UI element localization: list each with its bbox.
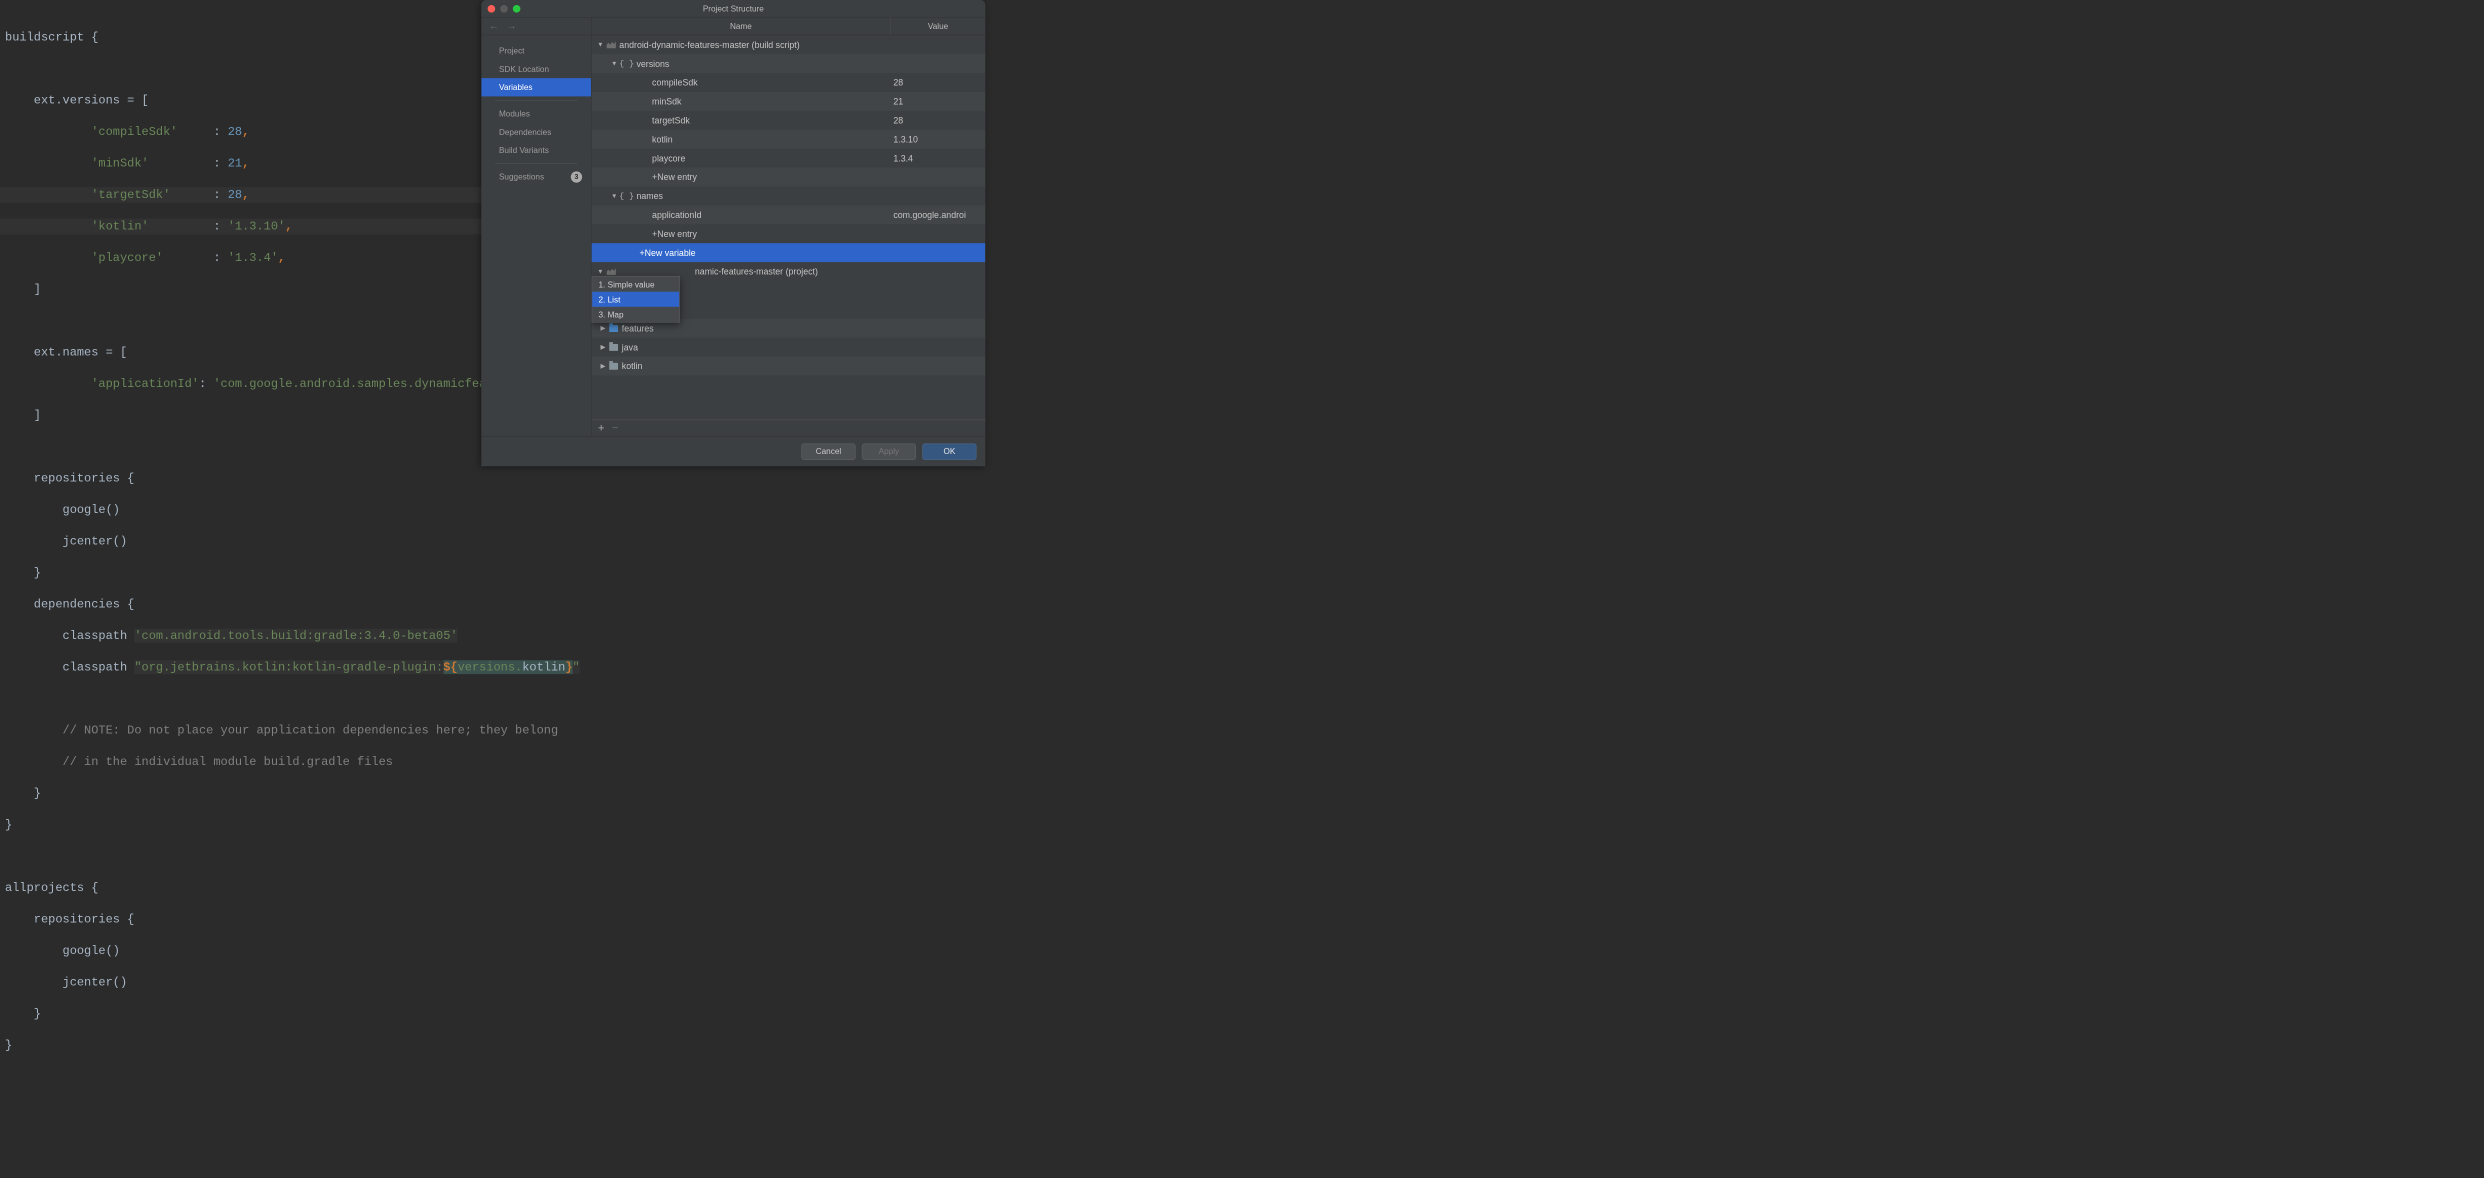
folder-icon [609, 325, 618, 332]
variable-name[interactable]: compileSdk [652, 77, 891, 87]
new-variable-button[interactable]: +New variable [639, 248, 985, 258]
nav-back-icon[interactable]: ← [489, 20, 499, 31]
tree-node-names[interactable]: names [636, 191, 985, 201]
dialog-title: Project Structure [481, 4, 985, 13]
add-icon[interactable]: + [598, 421, 605, 434]
sidebar-item-build-variants[interactable]: Build Variants [481, 141, 591, 159]
cancel-button[interactable]: Cancel [801, 443, 855, 459]
sidebar-item-variables[interactable]: Variables [481, 78, 591, 96]
chevron-right-icon[interactable]: ▶ [598, 325, 608, 332]
variable-value[interactable]: 1.3.10 [891, 134, 986, 144]
braces-icon: { } [619, 59, 634, 68]
ok-button[interactable]: OK [922, 443, 976, 459]
nav-forward-icon[interactable]: → [507, 20, 517, 31]
variable-name[interactable]: targetSdk [652, 115, 891, 125]
tree-node-folder[interactable]: kotlin [622, 361, 986, 371]
variable-name[interactable]: playcore [652, 153, 891, 163]
variables-tree[interactable]: ▼ android-dynamic-features-master (build … [592, 35, 986, 419]
remove-icon[interactable]: − [612, 421, 619, 434]
variable-value[interactable]: 28 [891, 115, 986, 125]
sidebar-item-project[interactable]: Project [481, 42, 591, 60]
sidebar-item-dependencies[interactable]: Dependencies [481, 123, 591, 141]
titlebar[interactable]: Project Structure [481, 0, 985, 18]
chevron-down-icon[interactable]: ▼ [595, 41, 605, 48]
variable-value[interactable]: 28 [891, 77, 986, 87]
gradle-icon [606, 41, 615, 48]
variable-value[interactable]: 1.3.4 [891, 153, 986, 163]
tree-node-build-script[interactable]: android-dynamic-features-master (build s… [619, 40, 985, 50]
folder-icon [609, 344, 618, 351]
chevron-down-icon[interactable]: ▼ [595, 268, 605, 275]
tree-node-versions[interactable]: versions [636, 59, 985, 69]
variable-name[interactable]: minSdk [652, 96, 891, 106]
new-variable-type-popup: 1. Simple value 2. List 3. Map [592, 276, 680, 323]
sidebar: ← → Project SDK Location Variables Modul… [481, 18, 591, 436]
column-header-name[interactable]: Name [592, 18, 891, 35]
folder-icon [609, 363, 618, 370]
sidebar-item-suggestions[interactable]: Suggestions3 [481, 168, 591, 186]
new-entry-button[interactable]: +New entry [652, 229, 985, 239]
dialog-footer: Cancel Apply OK [481, 436, 985, 466]
variable-value[interactable]: 21 [891, 96, 986, 106]
sidebar-item-sdk-location[interactable]: SDK Location [481, 60, 591, 78]
popup-item-simple-value[interactable]: 1. Simple value [592, 277, 679, 292]
chevron-down-icon[interactable]: ▼ [609, 60, 619, 67]
suggestions-badge: 3 [571, 171, 582, 182]
variables-panel: Name Value ▼ android-dynamic-features-mas… [592, 18, 986, 436]
tree-node-folder[interactable]: features [622, 323, 986, 333]
chevron-down-icon[interactable]: ▼ [609, 192, 619, 199]
chevron-right-icon[interactable]: ▶ [598, 344, 608, 351]
braces-icon: { } [619, 191, 634, 200]
sidebar-item-modules[interactable]: Modules [481, 105, 591, 123]
popup-item-list[interactable]: 2. List [592, 292, 679, 307]
chevron-right-icon[interactable]: ▶ [598, 363, 608, 370]
apply-button: Apply [862, 443, 916, 459]
tree-node-folder[interactable]: java [622, 342, 986, 352]
variable-name[interactable]: applicationId [652, 210, 891, 220]
project-structure-dialog: Project Structure ← → Project SDK Locati… [481, 0, 985, 466]
gradle-icon [606, 268, 615, 275]
variable-value[interactable]: com.google.androi [891, 210, 986, 220]
new-entry-button[interactable]: +New entry [652, 172, 985, 182]
popup-item-map[interactable]: 3. Map [592, 307, 679, 322]
column-header-value[interactable]: Value [891, 18, 986, 35]
variable-name[interactable]: kotlin [652, 134, 891, 144]
